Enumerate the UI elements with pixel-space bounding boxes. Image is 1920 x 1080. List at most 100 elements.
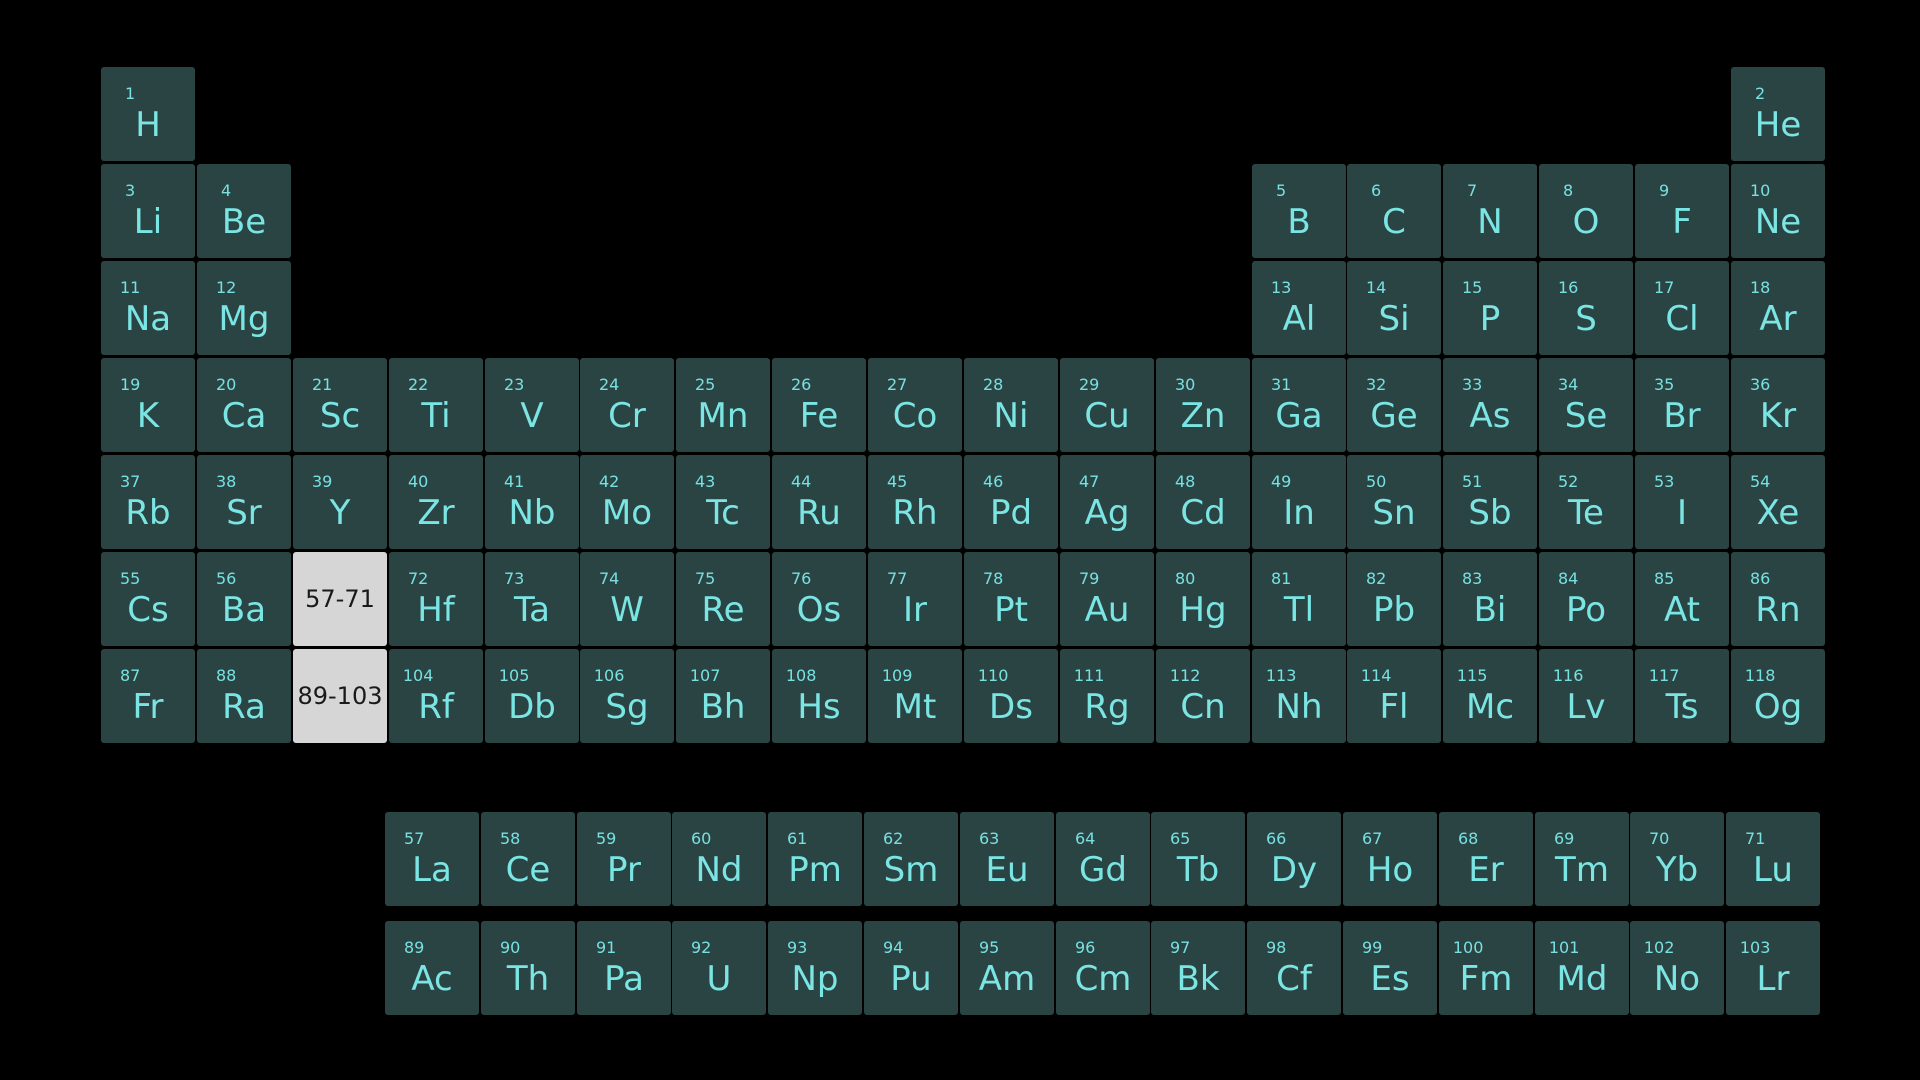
element-i[interactable]: 53 I xyxy=(1635,455,1729,549)
element-cu[interactable]: 29 Cu xyxy=(1060,358,1154,452)
lanthanide-placeholder[interactable]: 57-71 xyxy=(293,552,387,646)
element-np[interactable]: 93 Np xyxy=(768,921,862,1015)
element-bh[interactable]: 107 Bh xyxy=(676,649,770,743)
element-fe[interactable]: 26 Fe xyxy=(772,358,866,452)
element-th[interactable]: 90 Th xyxy=(481,921,575,1015)
element-v[interactable]: 23 V xyxy=(485,358,579,452)
element-dy[interactable]: 66 Dy xyxy=(1247,812,1341,906)
element-no[interactable]: 102 No xyxy=(1630,921,1724,1015)
element-zr[interactable]: 40 Zr xyxy=(389,455,483,549)
element-tb[interactable]: 65 Tb xyxy=(1151,812,1245,906)
element-es[interactable]: 99 Es xyxy=(1343,921,1437,1015)
element-ne[interactable]: 10 Ne xyxy=(1731,164,1825,258)
element-sm[interactable]: 62 Sm xyxy=(864,812,958,906)
element-bk[interactable]: 97 Bk xyxy=(1151,921,1245,1015)
element-pr[interactable]: 59 Pr xyxy=(577,812,671,906)
element-zn[interactable]: 30 Zn xyxy=(1156,358,1250,452)
element-mg[interactable]: 12 Mg xyxy=(197,261,291,355)
element-ba[interactable]: 56 Ba xyxy=(197,552,291,646)
element-og[interactable]: 118 Og xyxy=(1731,649,1825,743)
element-ti[interactable]: 22 Ti xyxy=(389,358,483,452)
element-am[interactable]: 95 Am xyxy=(960,921,1054,1015)
element-rh[interactable]: 45 Rh xyxy=(868,455,962,549)
element-rf[interactable]: 104 Rf xyxy=(389,649,483,743)
element-ar[interactable]: 18 Ar xyxy=(1731,261,1825,355)
element-ds[interactable]: 110 Ds xyxy=(964,649,1058,743)
element-ni[interactable]: 28 Ni xyxy=(964,358,1058,452)
element-mc[interactable]: 115 Mc xyxy=(1443,649,1537,743)
element-s[interactable]: 16 S xyxy=(1539,261,1633,355)
element-sb[interactable]: 51 Sb xyxy=(1443,455,1537,549)
element-al[interactable]: 13 Al xyxy=(1252,261,1346,355)
element-sg[interactable]: 106 Sg xyxy=(580,649,674,743)
element-gd[interactable]: 64 Gd xyxy=(1056,812,1150,906)
element-cf[interactable]: 98 Cf xyxy=(1247,921,1341,1015)
element-la[interactable]: 57 La xyxy=(385,812,479,906)
element-br[interactable]: 35 Br xyxy=(1635,358,1729,452)
element-te[interactable]: 52 Te xyxy=(1539,455,1633,549)
element-rb[interactable]: 37 Rb xyxy=(101,455,195,549)
element-mt[interactable]: 109 Mt xyxy=(868,649,962,743)
element-lr[interactable]: 103 Lr xyxy=(1726,921,1820,1015)
element-yb[interactable]: 70 Yb xyxy=(1630,812,1724,906)
element-ru[interactable]: 44 Ru xyxy=(772,455,866,549)
element-re[interactable]: 75 Re xyxy=(676,552,770,646)
element-kr[interactable]: 36 Kr xyxy=(1731,358,1825,452)
element-nh[interactable]: 113 Nh xyxy=(1252,649,1346,743)
element-db[interactable]: 105 Db xyxy=(485,649,579,743)
element-se[interactable]: 34 Se xyxy=(1539,358,1633,452)
element-h[interactable]: 1H xyxy=(101,67,195,161)
element-ce[interactable]: 58 Ce xyxy=(481,812,575,906)
element-ca[interactable]: 20 Ca xyxy=(197,358,291,452)
element-w[interactable]: 74 W xyxy=(580,552,674,646)
element-he[interactable]: 2 He xyxy=(1731,67,1825,161)
element-mn[interactable]: 25 Mn xyxy=(676,358,770,452)
element-cn[interactable]: 112 Cn xyxy=(1156,649,1250,743)
element-pd[interactable]: 46 Pd xyxy=(964,455,1058,549)
element-f[interactable]: 9F xyxy=(1635,164,1729,258)
element-cm[interactable]: 96 Cm xyxy=(1056,921,1150,1015)
element-rg[interactable]: 111 Rg xyxy=(1060,649,1154,743)
element-au[interactable]: 79 Au xyxy=(1060,552,1154,646)
element-pt[interactable]: 78 Pt xyxy=(964,552,1058,646)
element-n[interactable]: 7N xyxy=(1443,164,1537,258)
element-os[interactable]: 76 Os xyxy=(772,552,866,646)
element-xe[interactable]: 54 Xe xyxy=(1731,455,1825,549)
element-pu[interactable]: 94 Pu xyxy=(864,921,958,1015)
element-cr[interactable]: 24 Cr xyxy=(580,358,674,452)
element-ho[interactable]: 67 Ho xyxy=(1343,812,1437,906)
element-ga[interactable]: 31 Ga xyxy=(1252,358,1346,452)
element-be[interactable]: 4 Be xyxy=(197,164,291,258)
actinide-placeholder[interactable]: 89-103 xyxy=(293,649,387,743)
element-ac[interactable]: 89 Ac xyxy=(385,921,479,1015)
element-lv[interactable]: 116 Lv xyxy=(1539,649,1633,743)
element-md[interactable]: 101 Md xyxy=(1535,921,1629,1015)
element-y[interactable]: 39 Y xyxy=(293,455,387,549)
element-k[interactable]: 19 K xyxy=(101,358,195,452)
element-tc[interactable]: 43 Tc xyxy=(676,455,770,549)
element-hg[interactable]: 80 Hg xyxy=(1156,552,1250,646)
element-si[interactable]: 14 Si xyxy=(1347,261,1441,355)
element-p[interactable]: 15 P xyxy=(1443,261,1537,355)
element-lu[interactable]: 71 Lu xyxy=(1726,812,1820,906)
element-ra[interactable]: 88 Ra xyxy=(197,649,291,743)
element-c[interactable]: 6C xyxy=(1347,164,1441,258)
element-in[interactable]: 49 In xyxy=(1252,455,1346,549)
element-o[interactable]: 8O xyxy=(1539,164,1633,258)
element-hf[interactable]: 72 Hf xyxy=(389,552,483,646)
element-sc[interactable]: 21 Sc xyxy=(293,358,387,452)
element-b[interactable]: 5B xyxy=(1252,164,1346,258)
element-na[interactable]: 11 Na xyxy=(101,261,195,355)
element-rn[interactable]: 86 Rn xyxy=(1731,552,1825,646)
element-sn[interactable]: 50 Sn xyxy=(1347,455,1441,549)
element-ag[interactable]: 47 Ag xyxy=(1060,455,1154,549)
element-li[interactable]: 3 Li xyxy=(101,164,195,258)
element-fl[interactable]: 114 Fl xyxy=(1347,649,1441,743)
element-hs[interactable]: 108 Hs xyxy=(772,649,866,743)
element-tm[interactable]: 69 Tm xyxy=(1535,812,1629,906)
element-co[interactable]: 27 Co xyxy=(868,358,962,452)
element-tl[interactable]: 81 Tl xyxy=(1252,552,1346,646)
element-nb[interactable]: 41 Nb xyxy=(485,455,579,549)
element-eu[interactable]: 63 Eu xyxy=(960,812,1054,906)
element-sr[interactable]: 38 Sr xyxy=(197,455,291,549)
